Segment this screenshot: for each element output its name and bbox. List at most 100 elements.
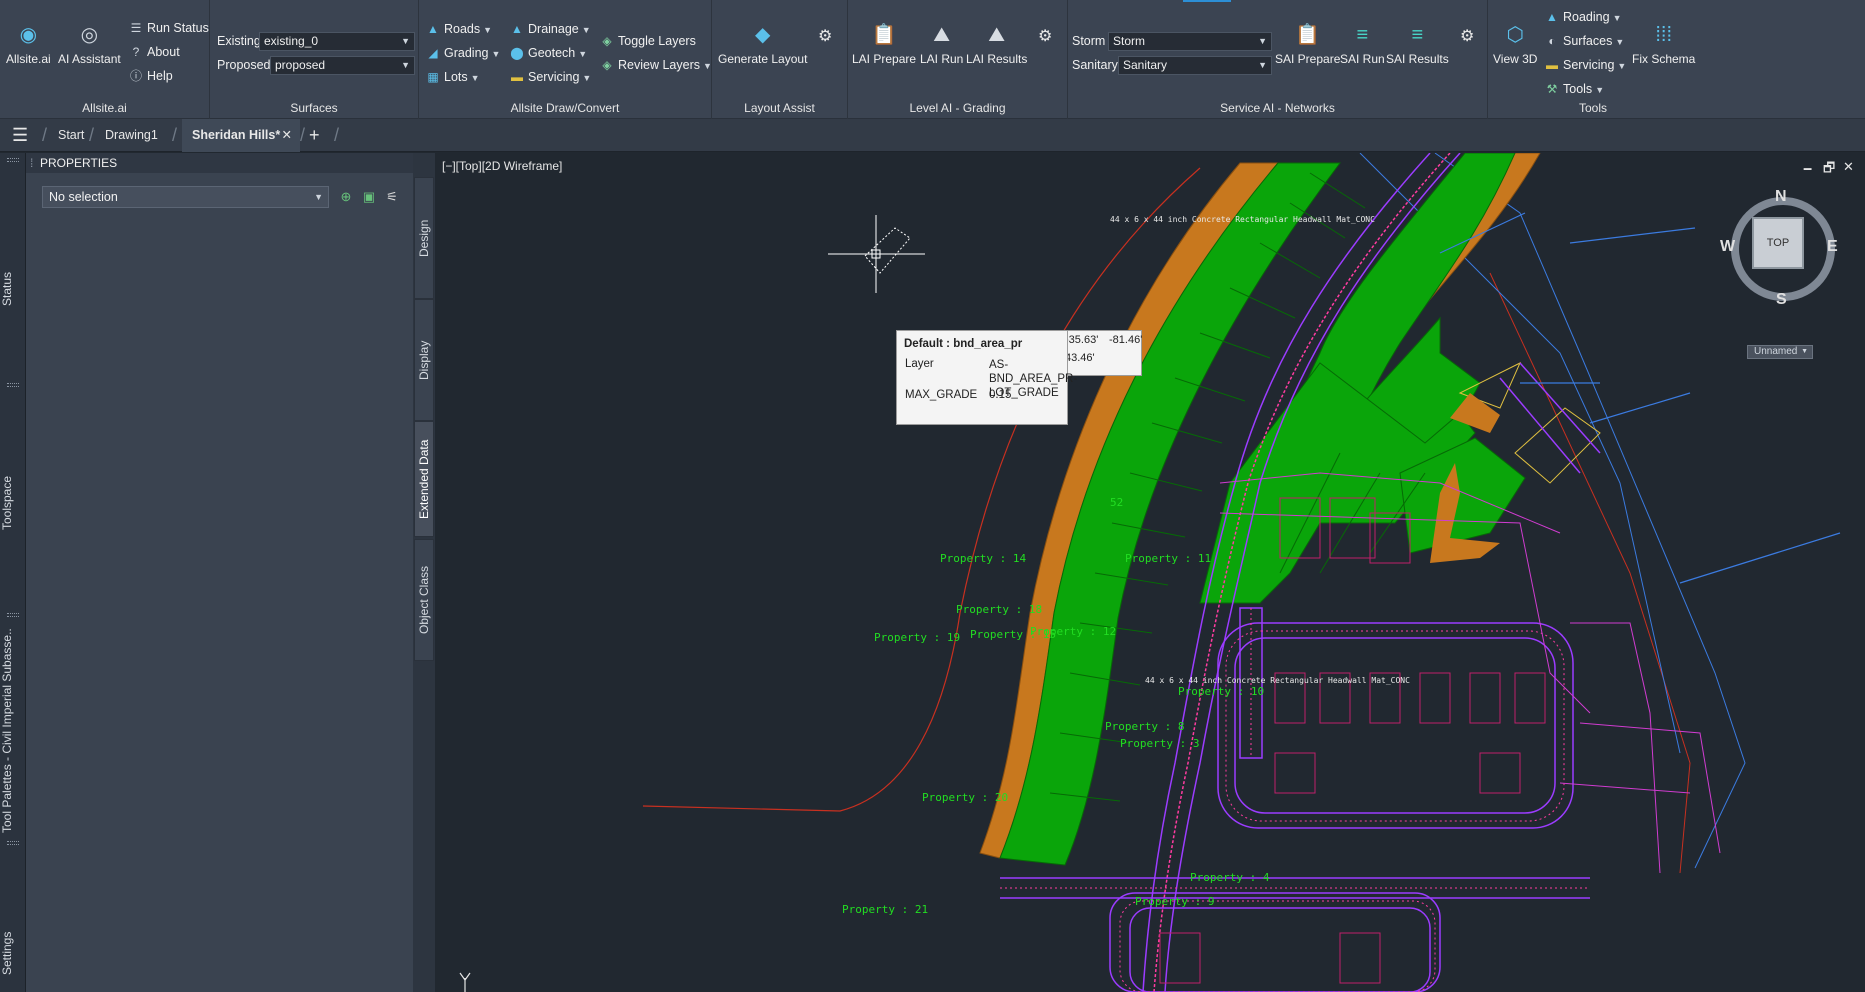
sai-results-button[interactable]: ≡ SAI Results	[1386, 22, 1449, 66]
drawing-viewport[interactable]: [−][Top][2D Wireframe] 🗕 🗗 ✕ 44 x 6 x 44…	[440, 153, 1865, 992]
terrain-results-icon: ⛰	[988, 24, 1006, 46]
close-icon[interactable]: ✕	[282, 119, 292, 152]
chevron-down-icon: ▼	[581, 25, 591, 35]
tooltip-grade-key: MAX_GRADE	[905, 389, 978, 401]
panel-tools: ⬡ View 3D ▲ Roading ▼ ◐ Surfaces ▼ ▬ Servicin…	[1488, 0, 1698, 119]
tools-servicing-button[interactable]: ▬ Servicing ▼	[1544, 56, 1626, 74]
crosshair-cursor	[828, 215, 925, 293]
viewport-controls-label[interactable]: [−][Top][2D Wireframe]	[442, 159, 562, 173]
sanitary-network-select[interactable]: Sanitary ▼	[1118, 56, 1272, 75]
tab-sheridan-hills[interactable]: Sheridan Hills* ✕	[182, 119, 300, 152]
quick-select-icon[interactable]: ⚟	[383, 188, 401, 206]
tab-separator: /	[42, 125, 48, 145]
terrain-icon: ⛰	[933, 24, 951, 46]
grip-icon: ⁞	[30, 156, 34, 170]
chevron-down-icon: ▼	[1615, 37, 1625, 47]
proposed-surface-select[interactable]: proposed ▼	[270, 56, 415, 75]
view-3d-button[interactable]: ⬡ View 3D	[1493, 22, 1537, 66]
wrench-icon: ⚒	[1546, 82, 1558, 96]
tooltip-grade-value: 0.15	[989, 389, 1012, 401]
lot-label: Property : 9	[1135, 895, 1215, 908]
gear-icon[interactable]: ⚙	[1038, 26, 1052, 46]
sanitary-label: Sanitary	[1072, 58, 1118, 72]
tab-start[interactable]: Start	[58, 119, 84, 152]
help-button[interactable]: ⓘ Help	[128, 67, 173, 85]
compass-east[interactable]: E	[1827, 238, 1838, 256]
tools-menu-button[interactable]: ⚒ Tools ▼	[1544, 80, 1605, 98]
tab-drawing1[interactable]: Drawing1	[105, 119, 158, 152]
grading-button[interactable]: ◢ Grading ▼	[425, 44, 500, 62]
minimize-icon[interactable]: 🗕	[1803, 159, 1812, 181]
object-class-tab[interactable]: Object Class	[414, 539, 434, 661]
panel-title: Level AI - Grading	[909, 101, 1006, 115]
toggle-pickadd-icon[interactable]: ⊕	[337, 188, 355, 206]
chevron-down-icon: ▼	[491, 49, 501, 59]
layers-icon: ◈	[602, 34, 612, 48]
lai-results-button[interactable]: ⛰ LAI Results	[966, 22, 1027, 66]
status-tab[interactable]: Status	[0, 249, 26, 329]
list-icon: ☰	[130, 21, 142, 35]
sai-run-button[interactable]: ≡ SAI Run	[1340, 22, 1385, 66]
design-tab[interactable]: Design	[414, 177, 434, 299]
panel-title: Service AI - Networks	[1220, 101, 1335, 115]
chevron-down-icon: ▼	[483, 25, 493, 35]
close-icon[interactable]: ✕	[1843, 159, 1854, 175]
run-status-button[interactable]: ☰ Run Status	[128, 19, 209, 37]
tab-separator: /	[89, 125, 95, 145]
lot-label: Property : 14	[940, 552, 1027, 565]
storm-network-select[interactable]: Storm ▼	[1108, 32, 1272, 51]
storm-label: Storm	[1072, 34, 1106, 48]
file-tab-bar: ☰ / Start / Drawing1 / Sheridan Hills* ✕…	[0, 119, 1865, 152]
roading-button[interactable]: ▲ Roading ▼	[1544, 8, 1621, 26]
chevron-down-icon: ▼	[401, 60, 410, 70]
select-objects-icon[interactable]: ▣	[360, 188, 378, 206]
new-tab-plus-icon[interactable]: +	[309, 119, 320, 152]
review-layers-button[interactable]: ◈ Review Layers ▼	[599, 56, 712, 74]
gear-icon[interactable]: ⚙	[818, 26, 832, 46]
existing-surface-select[interactable]: existing_0 ▼	[259, 32, 415, 51]
compass-north[interactable]: N	[1775, 188, 1787, 206]
lot-label: Property : 10	[1178, 685, 1265, 698]
lots-button[interactable]: ▦ Lots ▼	[425, 68, 479, 86]
panel-surfaces: Existing existing_0 ▼ Proposed proposed ▼ …	[210, 0, 419, 119]
lai-run-button[interactable]: ⛰ LAI Run	[920, 22, 963, 66]
compass-south[interactable]: S	[1776, 291, 1787, 309]
ucs-menu[interactable]: Unnamed ▼	[1747, 345, 1813, 359]
restore-icon[interactable]: 🗗	[1823, 159, 1835, 181]
properties-palette: ⁞ PROPERTIES No selection ▼ ⊕ ▣ ⚟	[26, 153, 413, 992]
menu-icon[interactable]: ☰	[12, 119, 28, 152]
lot-label: Property : 18	[956, 603, 1043, 616]
toggle-layers-button[interactable]: ◈ Toggle Layers	[599, 32, 695, 50]
tools-surfaces-button[interactable]: ◐ Surfaces ▼	[1544, 32, 1624, 50]
settings-tab[interactable]: Settings	[0, 923, 26, 983]
viewcube-top-face[interactable]: TOP	[1752, 217, 1804, 269]
generate-layout-button[interactable]: ◆ Generate Layout	[718, 22, 807, 66]
panel-title: Tools	[1578, 101, 1607, 115]
lot-label: Property : 19	[874, 631, 961, 644]
selection-dropdown[interactable]: No selection ▼	[42, 186, 329, 208]
fix-schema-button[interactable]: ⁞⁞⁞ Fix Schema	[1632, 22, 1695, 66]
toolspace-tab[interactable]: Toolspace	[0, 453, 26, 553]
servicing-button[interactable]: ▬ Servicing ▼	[509, 68, 591, 86]
lai-prepare-button[interactable]: 📋 LAI Prepare	[852, 22, 916, 66]
viewcube[interactable]: TOP N S E W	[1720, 188, 1842, 309]
roads-button[interactable]: ▲ Roads ▼	[425, 20, 492, 38]
panel-title: Layout Assist	[744, 101, 815, 115]
tab-separator: /	[172, 125, 178, 145]
road-icon: ▲	[1546, 10, 1558, 24]
geotech-button[interactable]: ⬤ Geotech ▼	[509, 44, 587, 62]
geotech-icon: ⬤	[510, 46, 524, 60]
allsite-app-button[interactable]: ◉ Allsite.ai	[6, 22, 51, 66]
tool-palettes-tab[interactable]: Tool Palettes - Civil Imperial Subasse..…	[0, 628, 26, 833]
extended-data-tab[interactable]: Extended Data	[414, 421, 434, 537]
display-tab[interactable]: Display	[414, 299, 434, 421]
question-icon: ?	[132, 45, 140, 59]
gear-icon[interactable]: ⚙	[1460, 26, 1474, 46]
layers-icon: ◈	[602, 58, 612, 72]
about-button[interactable]: ? About	[128, 43, 180, 61]
grip-icon	[7, 383, 19, 387]
compass-west[interactable]: W	[1720, 238, 1735, 256]
ai-assistant-button[interactable]: ◎ AI Assistant	[58, 22, 121, 66]
drainage-button[interactable]: ▲ Drainage ▼	[509, 20, 591, 38]
sai-prepare-button[interactable]: 📋 SAI Prepare	[1275, 22, 1340, 66]
